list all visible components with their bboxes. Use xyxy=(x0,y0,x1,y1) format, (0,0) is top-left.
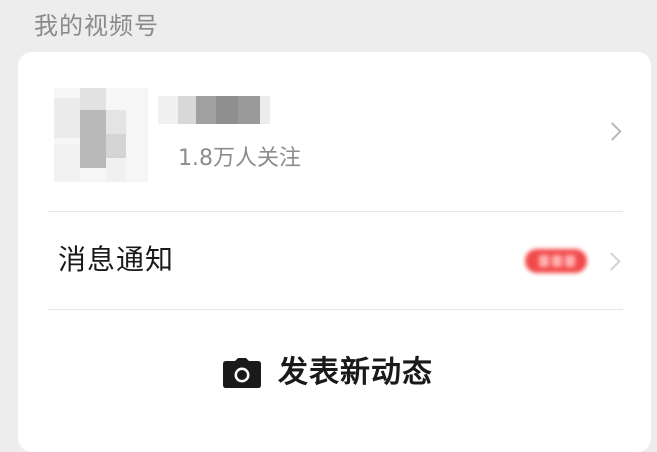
channel-profile-row[interactable]: 1.8万人关注 xyxy=(18,52,651,211)
section-title: 我的视频号 xyxy=(34,12,159,40)
channel-name-mosaic xyxy=(158,96,270,124)
followers-count: 1.8万人关注 xyxy=(178,146,301,171)
publish-post-button[interactable]: 发表新动态 xyxy=(18,310,651,420)
message-notification-label: 消息通知 xyxy=(58,243,175,276)
unread-count-badge xyxy=(525,249,587,273)
chevron-right-icon xyxy=(602,252,621,271)
avatar xyxy=(54,88,148,182)
channel-card: 1.8万人关注 消息通知 发表新动态 xyxy=(18,52,651,452)
chevron-right-icon xyxy=(603,122,622,141)
message-notification-row[interactable]: 消息通知 xyxy=(18,212,651,308)
camera-icon xyxy=(223,358,261,388)
publish-post-label: 发表新动态 xyxy=(278,355,433,390)
